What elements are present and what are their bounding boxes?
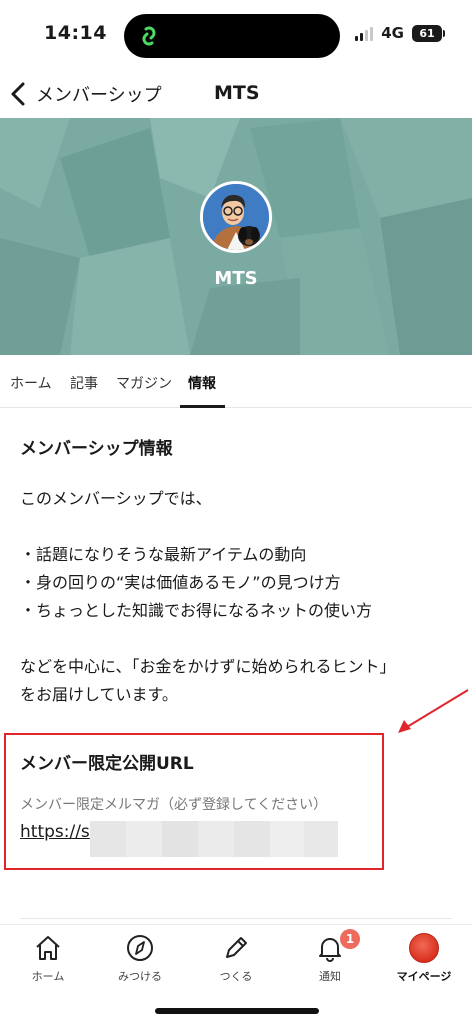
bullet-item: ・話題になりそうな最新アイテムの動向 [20,545,307,564]
bullet-item: ・身の回りの“実は価値あるモノ”の見つけ方 [20,573,341,592]
notification-badge: 1 [340,929,360,949]
tabbar-home[interactable]: ホーム [8,933,88,984]
tabbar-create[interactable]: つくる [196,933,276,984]
profile-tabs: ホーム 記事 マガジン 情報 [0,355,472,408]
tabbar-mypage[interactable]: マイページ [384,933,464,984]
limited-url-link[interactable]: https://s [20,822,90,842]
mypage-avatar [409,933,439,963]
back-button[interactable]: メンバーシップ [8,76,162,112]
tab-home[interactable]: ホーム [10,373,52,393]
home-icon [36,936,60,960]
page-title: MTS [214,82,260,104]
network-label: 4G [381,24,404,42]
compass-icon [127,935,153,961]
dynamic-island [124,14,340,58]
link-app-icon [142,26,156,46]
status-indicators: 4G 61 [355,24,445,42]
active-tab-indicator [180,405,225,408]
status-time: 14:14 [44,22,107,44]
tabbar-home-label: ホーム [31,970,65,983]
creator-avatar[interactable] [200,181,272,253]
tabbar-create-label: つくる [219,970,253,983]
bottom-tab-bar: ホーム みつける つくる 1 通知 マイページ [0,924,472,990]
limited-url-caption: メンバー限定メルマガ（必ず登録してください） [20,797,328,813]
home-indicator[interactable] [155,1008,319,1014]
tab-magazines[interactable]: マガジン [116,373,172,393]
membership-info-title: メンバーシップ情報 [20,439,173,459]
status-bar: 14:14 4G 61 [0,0,472,70]
limited-url-title: メンバー限定公開URL [20,754,194,774]
tab-info[interactable]: 情報 [188,373,216,393]
battery-icon: 61 [412,24,445,42]
closing-text: をお届けしています。 [20,685,178,704]
closing-text: などを中心に、「お金をかけずに始められるヒント」 [20,657,396,676]
red-arrow-annotation [398,689,469,733]
tabbar-notifications[interactable]: 1 通知 [290,929,370,984]
back-label: メンバーシップ [36,85,162,106]
tabbar-discover-label: みつける [118,970,162,983]
tabbar-discover[interactable]: みつける [100,933,180,984]
bullet-item: ・ちょっとした知識でお得になるネットの使い方 [20,601,373,620]
tab-articles[interactable]: 記事 [70,373,98,393]
chevron-left-icon [11,82,25,106]
nav-header: メンバーシップ MTS [0,70,472,118]
tabbar-notifications-label: 通知 [319,970,341,983]
avatar-illustration [203,184,269,250]
intro-text: このメンバーシップでは、 [20,489,212,508]
pencil-icon [226,937,247,958]
tabbar-mypage-label: マイページ [396,970,452,983]
redacted-url-mosaic [90,821,338,857]
signal-icon [355,25,374,41]
creator-name: MTS [214,268,258,289]
